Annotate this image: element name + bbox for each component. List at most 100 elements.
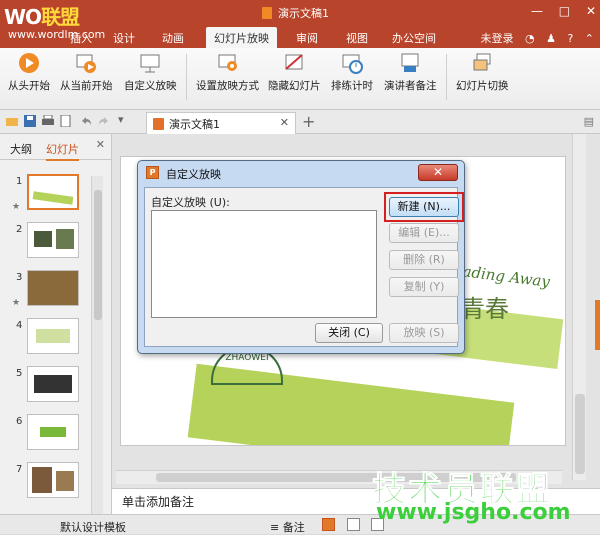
document-tab[interactable]: 演示文稿1 ✕ (146, 112, 296, 134)
login-link[interactable]: 未登录 (480, 32, 513, 45)
slide-title-chinese[interactable]: 青春 (461, 289, 509, 324)
window-controls: — □ ✕ (519, 4, 596, 18)
menu-slideshow[interactable]: 幻灯片放映 (206, 27, 277, 48)
slide-thumbnail[interactable] (27, 318, 79, 354)
slide-thumbnail[interactable] (27, 222, 79, 258)
skin-icon[interactable]: ◔ (525, 32, 535, 45)
ribbon: 从头开始 从当前开始 自定义放映 设置放映方式 隐藏幻灯片 排练计时 演讲者备注… (0, 48, 600, 110)
open-folder-icon[interactable] (6, 115, 18, 127)
undo-icon[interactable] (80, 115, 92, 127)
close-button[interactable]: 关闭 (C) (315, 323, 383, 343)
menu-bar: www.wordlm.com 插入 设计 动画 幻灯片放映 审阅 视图 办公空间… (0, 26, 600, 48)
title-bar: WO联盟 演示文稿1 — □ ✕ (0, 0, 600, 29)
save-icon[interactable] (24, 115, 36, 127)
shirt-icon[interactable]: ♟ (546, 32, 556, 45)
new-button[interactable]: 新建 (N)... (389, 197, 459, 217)
slide-number: 6 (16, 416, 23, 427)
design-template-label[interactable]: 默认设计模板 (60, 519, 126, 535)
presentation-app-icon: P (146, 166, 159, 179)
slide-thumbnail[interactable] (27, 462, 79, 498)
rehearse-timing-button[interactable]: 排练计时 (331, 52, 373, 93)
show-button[interactable]: 放映 (S) (389, 323, 459, 343)
play-current-icon (76, 54, 97, 73)
animation-star-icon: ★ (12, 298, 21, 308)
custom-show-dialog: P 自定义放映 ✕ 自定义放映 (U): 新建 (N)... 编辑 (E)...… (137, 160, 465, 354)
print-preview-icon[interactable] (60, 115, 72, 127)
minimize-ribbon-icon[interactable]: ⌃ (585, 32, 594, 45)
slide-transition-button[interactable]: 幻灯片切换 (456, 52, 509, 93)
watermark-url: www.jsgho.com (376, 500, 571, 525)
hide-slide-button[interactable]: 隐藏幻灯片 (268, 52, 321, 93)
window-title: 演示文稿1 (262, 5, 329, 21)
slide-panel: 大纲 幻灯片 ✕ 1 ★ 2 3 ★ 4 5 6 7 (0, 134, 112, 516)
custom-show-button[interactable]: 自定义放映 (124, 52, 177, 93)
new-tab-button[interactable]: + (302, 112, 315, 131)
setup-show-button[interactable]: 设置放映方式 (196, 52, 259, 93)
presentation-file-icon (262, 7, 272, 19)
slide-thumbnail[interactable] (27, 270, 79, 306)
minimize-window-button[interactable]: — (531, 4, 543, 18)
dialog-title-bar[interactable]: P 自定义放映 ✕ (138, 161, 464, 185)
speaker-notes-icon (401, 53, 419, 72)
help-icon[interactable]: ? (567, 32, 573, 45)
custom-show-list[interactable] (151, 210, 377, 318)
close-tab-icon[interactable]: ✕ (280, 116, 289, 129)
delete-button[interactable]: 删除 (R) (389, 250, 459, 270)
tab-slides[interactable]: 幻灯片 (46, 141, 79, 161)
document-tab-row: ▾ 演示文稿1 ✕ + ▤ (0, 110, 600, 134)
notes-toggle-button[interactable]: ≡ 备注 (270, 519, 305, 535)
panel-scrollbar[interactable] (91, 176, 103, 516)
start-from-current-button[interactable]: 从当前开始 (60, 52, 113, 93)
slide-number: 1 (16, 176, 23, 187)
rehearse-timing-icon (342, 54, 363, 74)
maximize-window-button[interactable]: □ (559, 4, 570, 18)
slide-number: 3 (16, 272, 23, 283)
start-from-beginning-button[interactable]: 从头开始 (8, 52, 50, 93)
animation-star-icon: ★ (12, 202, 21, 212)
dialog-close-button[interactable]: ✕ (418, 164, 458, 181)
menu-animation[interactable]: 动画 (162, 30, 184, 46)
redo-icon[interactable] (98, 115, 110, 127)
normal-view-icon[interactable] (322, 518, 335, 531)
close-panel-icon[interactable]: ✕ (96, 138, 105, 151)
menu-view[interactable]: 视图 (346, 30, 368, 46)
slide-number: 5 (16, 368, 23, 379)
menu-office-space[interactable]: 办公空间 (392, 30, 436, 46)
slide-number: 4 (16, 320, 23, 331)
scrollbar-thumb[interactable] (94, 190, 102, 320)
tab-list-icon[interactable]: ▤ (584, 115, 594, 128)
ribbon-separator (446, 54, 447, 100)
menu-design[interactable]: 设计 (113, 30, 135, 46)
print-icon[interactable] (42, 115, 54, 127)
menu-insert[interactable]: 插入 (70, 30, 92, 46)
close-window-button[interactable]: ✕ (586, 4, 596, 18)
scrollbar-thumb[interactable] (575, 394, 585, 474)
speaker-notes-button[interactable]: 演讲者备注 (384, 52, 437, 93)
ribbon-separator (186, 54, 187, 100)
slide-number: 7 (16, 464, 23, 475)
dialog-title: 自定义放映 (166, 168, 221, 181)
slide-number: 2 (16, 224, 23, 235)
slide-thumbnail[interactable] (27, 366, 79, 402)
canvas-vertical-scrollbar[interactable] (572, 134, 586, 480)
hide-slide-icon (285, 54, 303, 70)
copy-button[interactable]: 复制 (Y) (389, 277, 459, 297)
edit-button[interactable]: 编辑 (E)... (389, 223, 459, 243)
custom-show-icon (140, 54, 160, 73)
slide-sorter-view-icon[interactable] (346, 518, 360, 531)
slide-thumbnail[interactable] (27, 414, 79, 450)
dialog-body: 自定义放映 (U): 新建 (N)... 编辑 (E)... 删除 (R) 复制… (144, 187, 464, 347)
quick-access-dropdown-icon[interactable]: ▾ (118, 113, 130, 126)
setup-show-icon (218, 54, 237, 71)
menu-review[interactable]: 审阅 (296, 30, 318, 46)
side-panel-toggle[interactable] (595, 300, 600, 350)
slide-thumbnail[interactable] (27, 174, 79, 210)
tab-outline[interactable]: 大纲 (10, 141, 32, 157)
menu-right: 未登录 ◔ ♟ ? ⌃ (472, 30, 594, 46)
slide-title-english[interactable]: Fading Away (452, 261, 551, 291)
panel-tabs: 大纲 幻灯片 ✕ (0, 134, 111, 161)
presentation-file-icon (153, 118, 164, 130)
custom-show-list-label: 自定义放映 (U): (151, 196, 230, 209)
slide-transition-icon (473, 53, 491, 71)
play-icon (19, 53, 39, 73)
